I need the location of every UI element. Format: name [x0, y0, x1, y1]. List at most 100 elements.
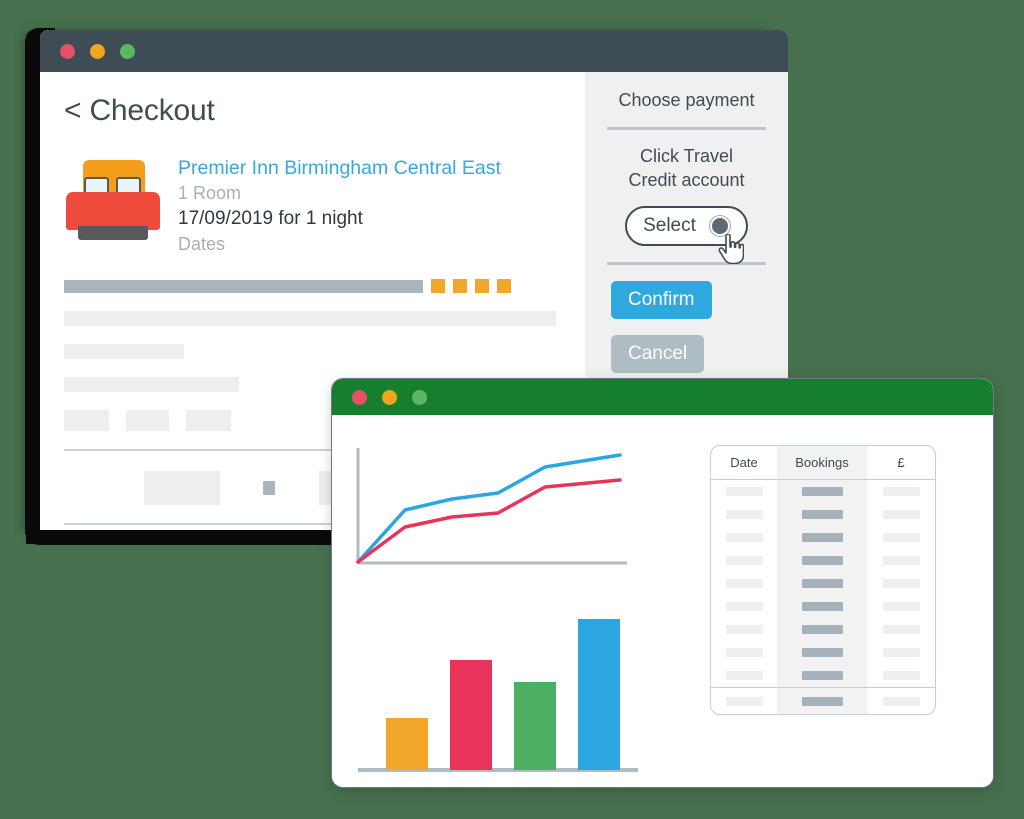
cell-amount	[867, 618, 935, 641]
table-row[interactable]	[711, 595, 935, 618]
hand-pointer-icon	[718, 234, 744, 264]
payment-account-name: Click Travel Credit account	[601, 144, 772, 192]
cell-amount	[867, 688, 935, 714]
cell-placeholder	[725, 487, 763, 496]
placeholder-line-3	[64, 377, 239, 392]
cell-bookings	[777, 549, 867, 572]
table-footer	[711, 687, 935, 714]
cell-placeholder	[725, 579, 763, 588]
select-payment-button[interactable]: Select	[625, 206, 748, 264]
bar-3	[514, 682, 556, 770]
payment-divider-top	[607, 127, 766, 130]
payment-actions: Confirm Cancel	[601, 265, 772, 373]
cell-date	[711, 572, 777, 595]
cell-placeholder	[882, 556, 920, 565]
page-title[interactable]: < Checkout	[64, 94, 585, 128]
minimize-button[interactable]	[90, 43, 105, 59]
table-row[interactable]	[711, 664, 935, 687]
cell-placeholder	[882, 696, 920, 706]
reports-body: Date Bookings £	[332, 415, 993, 787]
confirm-button[interactable]: Confirm	[611, 281, 712, 319]
cell-amount	[867, 549, 935, 572]
table-row[interactable]	[711, 503, 935, 526]
cell-placeholder	[725, 602, 763, 611]
column-header-amount[interactable]: £	[867, 446, 935, 479]
cell-date	[711, 618, 777, 641]
table-row[interactable]	[711, 572, 935, 595]
placeholder-chip-2	[126, 410, 169, 431]
cell-placeholder	[882, 648, 920, 657]
maximize-button[interactable]	[120, 43, 135, 59]
account-line-2: Credit account	[628, 170, 745, 190]
cell-placeholder	[801, 625, 843, 634]
payment-heading: Choose payment	[618, 90, 755, 110]
stay-dates: 17/09/2019 for 1 night	[178, 208, 363, 229]
cell-placeholder	[882, 625, 920, 634]
table-row[interactable]	[711, 688, 935, 714]
payment-radio-selected[interactable]	[709, 216, 730, 236]
table-row[interactable]	[711, 618, 935, 641]
cell-date	[711, 480, 777, 503]
line-series-a	[356, 453, 622, 564]
table-row[interactable]	[711, 480, 935, 503]
table-row[interactable]	[711, 549, 935, 572]
cell-bookings	[777, 526, 867, 549]
minimize-button[interactable]	[382, 389, 397, 405]
cell-placeholder	[725, 510, 763, 519]
cell-placeholder	[801, 602, 843, 611]
cell-placeholder	[725, 533, 763, 542]
checkout-titlebar	[40, 30, 788, 72]
reports-window: Date Bookings £	[331, 378, 994, 788]
placeholder-chip-3	[186, 410, 231, 431]
cell-bookings	[777, 688, 867, 714]
cell-placeholder	[725, 625, 763, 634]
bed-pillow-left	[84, 177, 109, 193]
close-button[interactable]	[60, 43, 75, 59]
close-button[interactable]	[352, 389, 367, 405]
cell-amount	[867, 503, 935, 526]
cell-date	[711, 641, 777, 664]
bar-1	[386, 718, 428, 770]
room-count: 1 Room	[178, 183, 242, 203]
cell-date	[711, 595, 777, 618]
cell-amount	[867, 572, 935, 595]
cell-placeholder	[801, 533, 843, 542]
cell-placeholder	[801, 696, 843, 706]
cell-bookings	[777, 641, 867, 664]
placeholder-box-left	[144, 471, 220, 505]
table-body	[711, 480, 935, 687]
bed-icon	[64, 156, 162, 244]
placeholder-chip-1	[64, 410, 109, 431]
cell-date	[711, 664, 777, 687]
cell-placeholder	[725, 556, 763, 565]
booking-summary: Premier Inn Birmingham Central East 1 Ro…	[64, 152, 585, 257]
cell-bookings	[777, 480, 867, 503]
bed-duvet	[66, 192, 160, 230]
cancel-button[interactable]: Cancel	[611, 335, 705, 373]
maximize-button[interactable]	[412, 389, 427, 405]
select-button-label: Select	[643, 215, 696, 236]
cell-placeholder	[882, 487, 920, 496]
account-line-1: Click Travel	[639, 146, 733, 166]
cell-placeholder	[725, 648, 763, 657]
cell-placeholder	[882, 510, 920, 519]
column-header-bookings[interactable]: Bookings	[777, 446, 867, 479]
progress-step-1	[431, 279, 445, 293]
cell-bookings	[777, 572, 867, 595]
cell-date	[711, 503, 777, 526]
hotel-name[interactable]: Premier Inn Birmingham Central East	[178, 156, 501, 181]
cell-amount	[867, 664, 935, 687]
progress-placeholder	[64, 279, 585, 293]
cell-amount	[867, 526, 935, 549]
cell-placeholder	[801, 510, 843, 519]
cell-placeholder	[725, 696, 763, 706]
cell-placeholder	[725, 671, 763, 680]
cell-bookings	[777, 664, 867, 687]
cell-placeholder	[882, 671, 920, 680]
cell-amount	[867, 641, 935, 664]
table-row[interactable]	[711, 526, 935, 549]
cell-date	[711, 526, 777, 549]
table-row[interactable]	[711, 641, 935, 664]
column-header-date[interactable]: Date	[711, 446, 777, 479]
cell-date	[711, 688, 777, 714]
